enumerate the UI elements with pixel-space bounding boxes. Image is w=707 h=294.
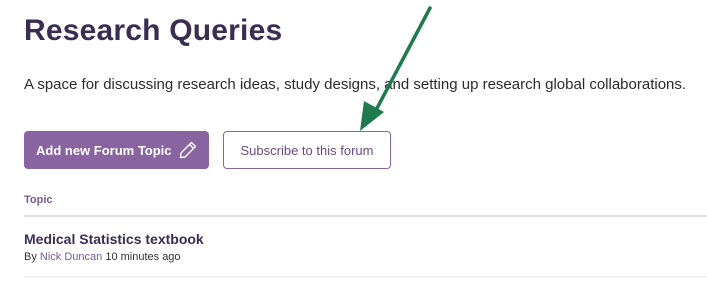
row-divider <box>24 276 707 277</box>
header-divider <box>24 215 707 217</box>
forum-page: Research Queries A space for discussing … <box>0 0 707 294</box>
topic-by-prefix: By <box>24 251 37 263</box>
topic-meta: By Nick Duncan 10 minutes ago <box>24 251 181 263</box>
forum-description: A space for discussing research ideas, s… <box>24 76 687 93</box>
topic-column-header: Topic <box>24 194 53 206</box>
add-forum-topic-button[interactable]: Add new Forum Topic <box>24 131 209 169</box>
pencil-icon <box>179 141 197 159</box>
subscribe-forum-button[interactable]: Subscribe to this forum <box>223 131 391 169</box>
topic-title-link[interactable]: Medical Statistics textbook <box>24 231 204 247</box>
add-forum-topic-label: Add new Forum Topic <box>36 142 172 158</box>
page-title: Research Queries <box>24 14 283 47</box>
topic-author-link[interactable]: Nick Duncan <box>40 251 102 263</box>
topic-time-ago: 10 minutes ago <box>105 251 181 263</box>
